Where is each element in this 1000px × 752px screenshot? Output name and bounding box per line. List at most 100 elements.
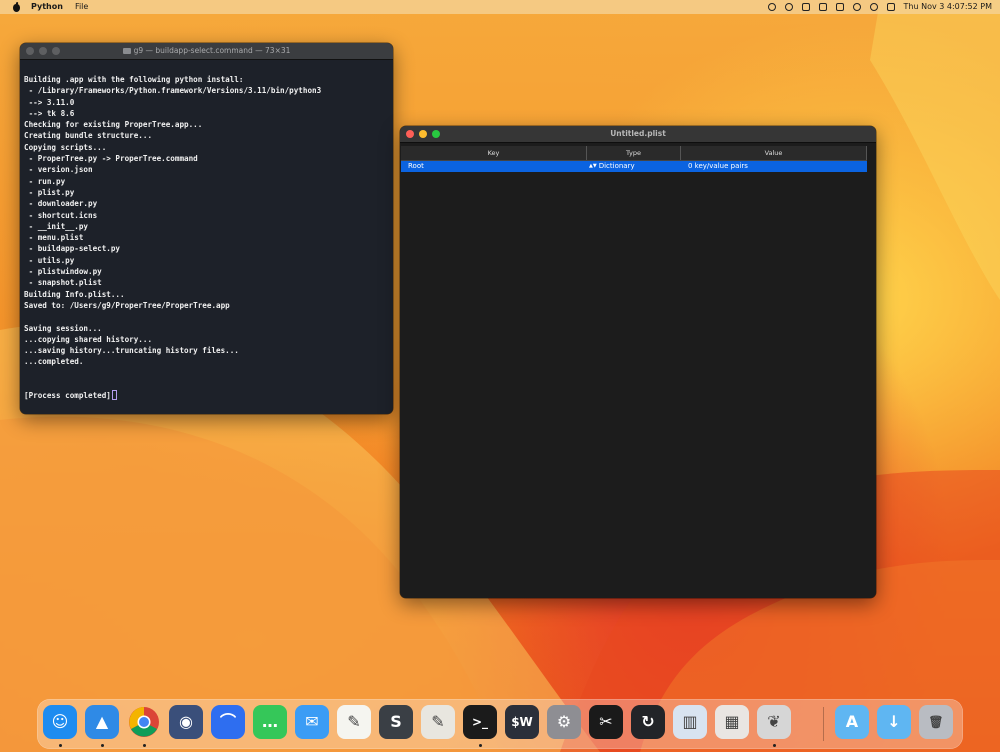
propertree-icon[interactable]: ❦	[757, 705, 791, 739]
sublime-text-icon[interactable]: S	[379, 705, 413, 739]
terminal-line: Copying scripts...	[24, 142, 107, 152]
terminal-line: Building Info.plist...	[24, 289, 125, 299]
messages-icon[interactable]: …	[253, 705, 287, 739]
row-type: Dictionary	[598, 162, 635, 170]
terminal-line: - buildapp-select.py	[24, 244, 121, 254]
terminal-line: - shortcut.icns	[24, 210, 98, 220]
terminal-line: Building .app with the following python …	[24, 75, 244, 84]
terminal-line: --> 3.11.0	[24, 97, 75, 107]
dock-running-indicator	[142, 744, 146, 747]
wifi-icon[interactable]	[852, 3, 861, 11]
dock-separator	[823, 707, 824, 741]
safari-icon[interactable]: ▲	[85, 705, 119, 739]
terminal-line: Saving session...	[24, 323, 102, 333]
row-type-cell[interactable]: ▲▼ Dictionary	[587, 161, 681, 172]
parallels-icon[interactable]: ▥	[673, 705, 707, 739]
minimize-button[interactable]	[39, 47, 47, 55]
mail-icon[interactable]: ✉	[295, 705, 329, 739]
volume-icon[interactable]	[801, 3, 810, 11]
pixelmator-icon[interactable]: ✂	[589, 705, 623, 739]
terminal-line: Saved to: /Users/g9/ProperTree/ProperTre…	[24, 300, 230, 310]
updown-chevron-icon[interactable]: ▲▼	[589, 161, 597, 172]
folder-icon	[122, 48, 131, 54]
script-editor-icon[interactable]: ✎	[421, 705, 455, 739]
terminal-line: ...saving history...truncating history f…	[24, 346, 239, 356]
terminal-cursor	[111, 390, 117, 401]
column-header-type[interactable]: Type	[587, 146, 681, 160]
zoom-button[interactable]	[432, 130, 440, 138]
terminal-line: - plist.py	[24, 187, 75, 197]
row-value[interactable]: 0 key/value pairs	[681, 161, 867, 172]
terminal-line: ...copying shared history...	[24, 334, 153, 344]
column-header-key[interactable]: Key	[401, 146, 587, 160]
dock: ☺ ▲ ◉ ⌒… ✉ ✎ S ✎ >_ $W ⚙ ✂ ↻ ▥ ▦ ❦ A ↓ 🗑	[37, 699, 963, 749]
dock-running-indicator	[58, 744, 62, 747]
dollar-w-icon[interactable]: $W	[505, 705, 539, 739]
terminal-output[interactable]: Building .app with the following python …	[20, 60, 393, 402]
minimize-button[interactable]	[419, 130, 427, 138]
terminal-line: Creating bundle structure...	[24, 131, 153, 141]
terminal-window[interactable]: g9 — buildapp-select.command — 73×31 Bui…	[20, 43, 393, 414]
terminal-window-controls	[26, 47, 65, 55]
gear-icon[interactable]: ⚙	[547, 705, 581, 739]
zoom-button[interactable]	[52, 47, 60, 55]
terminal-line: - plistwindow.py	[24, 267, 102, 277]
downloads-folder-icon[interactable]: ↓	[877, 705, 911, 739]
chrome-icon[interactable]	[127, 705, 161, 739]
terminal-line: - /Library/Frameworks/Python.framework/V…	[24, 86, 322, 96]
close-button[interactable]	[406, 130, 414, 138]
plist-titlebar[interactable]: Untitled.plist	[400, 126, 876, 143]
terminal-icon[interactable]: >_	[463, 705, 497, 739]
trash-icon[interactable]: 🗑	[919, 705, 953, 739]
nordvpn-icon[interactable]: ⌒	[211, 705, 245, 739]
terminal-line: - version.json	[24, 165, 93, 175]
plist-row-root[interactable]: Root ▲▼ Dictionary 0 key/value pairs	[401, 161, 867, 172]
close-button[interactable]	[26, 47, 34, 55]
plist-window-controls	[406, 130, 445, 138]
dock-running-indicator	[772, 744, 776, 747]
hardware-monitor-icon[interactable]: ◉	[169, 705, 203, 739]
terminal-line: - downloader.py	[24, 199, 98, 209]
plist-window[interactable]: Untitled.plist Key Type Value Root ▲▼ Dic…	[400, 126, 876, 598]
plist-header: Key Type Value	[401, 146, 867, 161]
terminal-titlebar[interactable]: g9 — buildapp-select.command — 73×31	[20, 43, 393, 60]
vpn-icon[interactable]	[784, 3, 793, 11]
desktop: Python File Thu Nov 3 4:07:52 PM g9 — bu…	[0, 0, 1000, 752]
bluetooth-icon[interactable]	[818, 3, 827, 11]
plist-table[interactable]: Key Type Value Root ▲▼ Dictionary 0 key/v…	[401, 146, 867, 172]
row-key[interactable]: Root	[401, 161, 587, 172]
dock-running-indicator	[100, 744, 104, 747]
plist-title: Untitled.plist	[610, 129, 666, 138]
terminal-line: - ProperTree.py -> ProperTree.command	[24, 154, 198, 164]
finder-icon[interactable]: ☺	[43, 705, 77, 739]
keyboard-icon[interactable]	[835, 3, 844, 11]
column-header-value[interactable]: Value	[681, 146, 867, 160]
terminal-title: g9 — buildapp-select.command — 73×31	[133, 46, 291, 55]
applications-folder-icon[interactable]: A	[835, 705, 869, 739]
terminal-line: --> tk 8.6	[24, 108, 75, 118]
menu-app-name[interactable]: Python	[31, 0, 63, 14]
terminal-line: ...completed.	[24, 357, 84, 367]
terminal-line: [Process completed]	[24, 390, 393, 401]
menu-clock[interactable]: Thu Nov 3 4:07:52 PM	[904, 0, 992, 14]
apple-menu-icon[interactable]	[12, 2, 21, 12]
spotlight-icon[interactable]	[869, 3, 878, 11]
terminal-line: - run.py	[24, 176, 66, 186]
sync-icon[interactable]: ↻	[631, 705, 665, 739]
terminal-line: - __init__.py	[24, 221, 89, 231]
launchpad-icon[interactable]: ▦	[715, 705, 749, 739]
terminal-line: - utils.py	[24, 255, 75, 265]
control-center-icon[interactable]	[886, 3, 895, 11]
accessibility-icon[interactable]	[767, 3, 776, 11]
textedit-icon[interactable]: ✎	[337, 705, 371, 739]
terminal-line: - menu.plist	[24, 233, 84, 243]
terminal-line: Checking for existing ProperTree.app...	[24, 120, 203, 130]
menu-file[interactable]: File	[75, 0, 88, 14]
dock-running-indicator	[478, 744, 482, 747]
terminal-line: - snapshot.plist	[24, 278, 102, 288]
menu-extras: Thu Nov 3 4:07:52 PM	[759, 0, 992, 14]
menu-bar: Python File Thu Nov 3 4:07:52 PM	[0, 0, 1000, 14]
